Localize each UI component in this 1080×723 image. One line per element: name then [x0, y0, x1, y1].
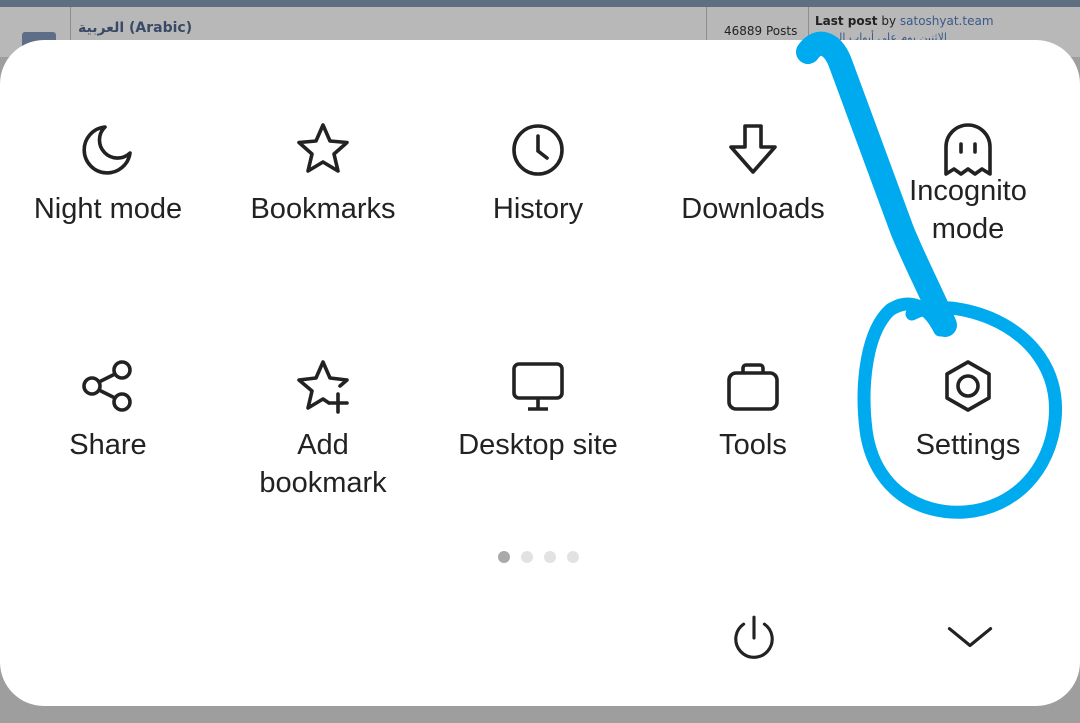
menu-item-bookmarks[interactable]: Bookmarks — [218, 118, 428, 228]
menu-item-downloads[interactable]: Downloads — [648, 118, 858, 228]
menu-item-label: Share — [69, 429, 147, 461]
last-post: Last post by satoshyat.team — [815, 14, 994, 28]
page-dot-3[interactable] — [544, 551, 556, 563]
menu-item-add-bookmark[interactable]: Add bookmark — [218, 354, 428, 502]
toolbox-icon — [721, 354, 785, 418]
menu-item-label: Tools — [719, 429, 787, 461]
menu-item-label: Downloads — [681, 193, 825, 225]
forum-name: العربية (Arabic) — [78, 20, 193, 36]
gear-icon — [936, 354, 1000, 418]
post-count: 46889 Posts — [724, 24, 798, 38]
moon-icon — [76, 118, 140, 182]
monitor-icon — [506, 354, 570, 418]
menu-item-label: Desktop site — [458, 429, 618, 461]
chevron-down-icon — [942, 610, 998, 670]
menu-item-share[interactable]: Share — [3, 354, 213, 464]
clock-icon — [506, 118, 570, 182]
menu-item-night-mode[interactable]: Night mode — [3, 118, 213, 228]
page-dot-2[interactable] — [521, 551, 533, 563]
menu-item-incognito[interactable]: Incognito mode — [863, 118, 1073, 248]
menu-item-label: Settings — [915, 429, 1021, 461]
last-post-user: satoshyat.team — [899, 14, 994, 28]
star-plus-icon — [291, 354, 355, 418]
menu-item-history[interactable]: History — [433, 118, 643, 228]
download-arrow-icon — [721, 118, 785, 182]
menu-item-tools[interactable]: Tools — [648, 354, 858, 464]
menu-item-label: Night mode — [33, 193, 183, 225]
power-icon — [728, 612, 780, 668]
page-dot-4[interactable] — [567, 551, 579, 563]
menu-item-label: Incognito mode — [909, 175, 1027, 245]
collapse-menu-button[interactable] — [940, 610, 1000, 670]
menu-item-desktop-site[interactable]: Desktop site — [433, 354, 643, 464]
last-post-label: Last post — [815, 14, 878, 28]
page-dot-1[interactable] — [498, 551, 510, 563]
share-icon — [76, 354, 140, 418]
last-post-by: by — [881, 14, 897, 28]
menu-item-label: Bookmarks — [250, 193, 396, 225]
menu-item-label: Add bookmark — [259, 429, 387, 499]
background-header-bar — [0, 0, 1080, 7]
menu-item-settings[interactable]: Settings — [863, 354, 1073, 464]
star-icon — [291, 118, 355, 182]
exit-button[interactable] — [724, 610, 784, 670]
menu-item-label: History — [492, 193, 584, 225]
page-indicator[interactable] — [498, 551, 579, 563]
